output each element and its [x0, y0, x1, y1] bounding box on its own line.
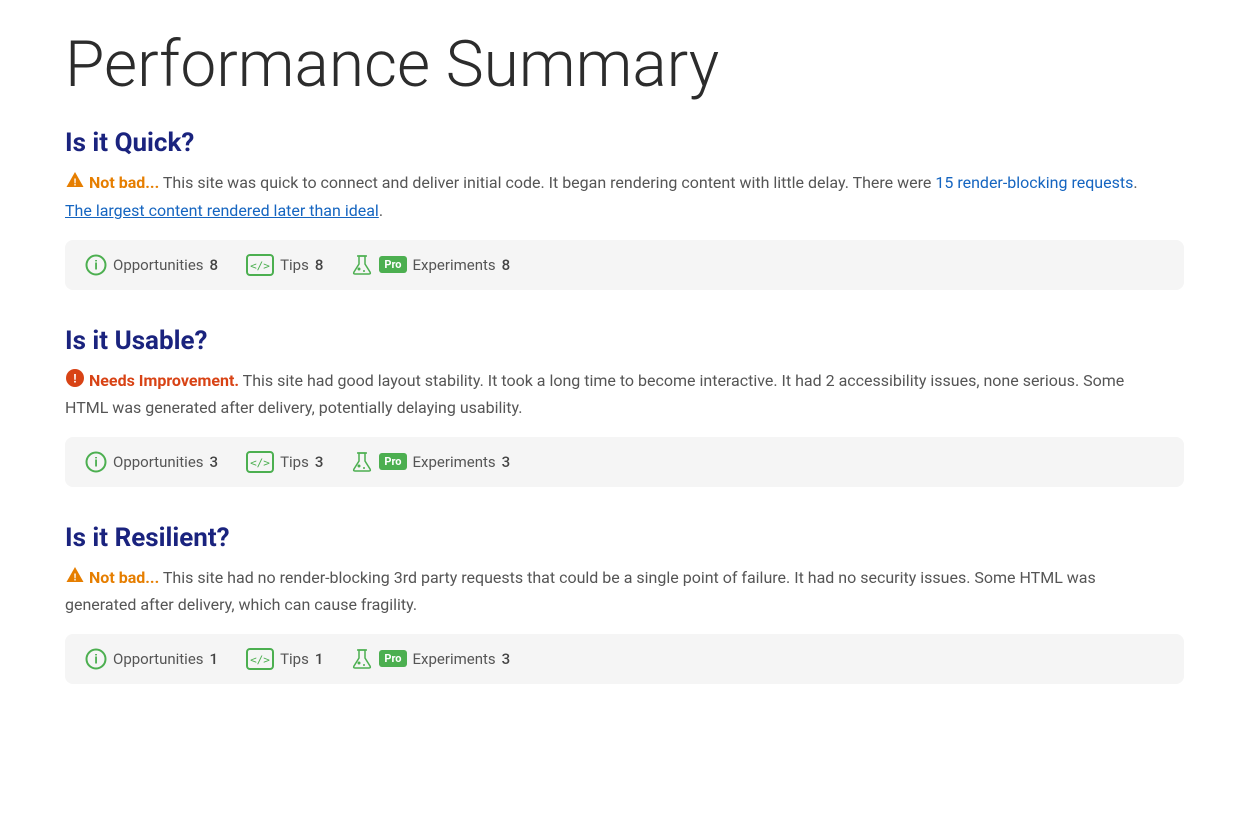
badge-item-quick-0[interactable]: i Opportunities 8 — [85, 254, 218, 276]
status-label-resilient: Not bad... — [89, 568, 159, 587]
status-icon-resilient: ! — [65, 570, 85, 589]
pro-badge-1-2: Pro — [379, 453, 406, 470]
badge-icon-code-bracket-1-1: </> — [246, 451, 274, 473]
badge-count-1-1: 3 — [315, 453, 324, 471]
svg-text:</>: </> — [250, 653, 270, 666]
status-label-usable: Needs Improvement. — [89, 371, 239, 390]
badge-count-0-0: 8 — [210, 256, 219, 274]
section-description-resilient: ! Not bad... This site had no render-blo… — [65, 565, 1165, 618]
badge-count-2-2: 3 — [502, 650, 511, 668]
badge-icon-flask-pro-2-2 — [351, 648, 373, 670]
badge-label-0-1: Tips — [280, 256, 309, 274]
badge-count-1-0: 3 — [210, 453, 219, 471]
badge-item-quick-2[interactable]: Pro Experiments 8 — [351, 254, 510, 276]
section-heading-usable: Is it Usable? — [65, 326, 1184, 356]
status-icon-usable: ! — [65, 373, 85, 392]
badges-bar-quick: i Opportunities 8 </> Tips 8 Pro Experiment… — [65, 240, 1184, 290]
pro-badge-0-2: Pro — [379, 256, 406, 273]
badge-item-quick-1[interactable]: </> Tips 8 — [246, 254, 323, 276]
badge-item-usable-2[interactable]: Pro Experiments 3 — [351, 451, 510, 473]
badge-label-2-0: Opportunities — [113, 650, 204, 668]
badge-icon-code-bracket-2-1: </> — [246, 648, 274, 670]
svg-text:!: ! — [73, 572, 76, 583]
badge-label-0-0: Opportunities — [113, 256, 204, 274]
badge-icon-flask-pro-1-2 — [351, 451, 373, 473]
badge-count-1-2: 3 — [502, 453, 511, 471]
badge-label-1-2: Experiments — [413, 453, 496, 471]
svg-text:</>: </> — [250, 259, 270, 272]
section-heading-resilient: Is it Resilient? — [65, 523, 1184, 553]
badge-item-usable-1[interactable]: </> Tips 3 — [246, 451, 323, 473]
section-description-usable: ! Needs Improvement. This site had good … — [65, 368, 1165, 421]
badge-label-1-0: Opportunities — [113, 453, 204, 471]
badge-count-2-1: 1 — [315, 650, 324, 668]
svg-text:i: i — [94, 651, 98, 666]
section-heading-quick: Is it Quick? — [65, 128, 1184, 158]
badge-label-2-1: Tips — [280, 650, 309, 668]
page-title: Performance Summary — [65, 30, 1184, 100]
badge-icon-code-bracket-0-1: </> — [246, 254, 274, 276]
section-usable: Is it Usable? ! Needs Improvement. This … — [65, 326, 1184, 487]
badge-label-2-2: Experiments — [413, 650, 496, 668]
svg-text:!: ! — [73, 178, 76, 189]
badge-icon-flask-pro-0-2 — [351, 254, 373, 276]
svg-text:!: ! — [73, 371, 77, 385]
badge-count-0-2: 8 — [502, 256, 511, 274]
badge-item-resilient-0[interactable]: i Opportunities 1 — [85, 648, 218, 670]
badge-label-1-1: Tips — [280, 453, 309, 471]
badge-count-0-1: 8 — [315, 256, 324, 274]
svg-text:i: i — [94, 257, 98, 272]
svg-text:</>: </> — [250, 456, 270, 469]
section-description-quick: ! Not bad... This site was quick to conn… — [65, 170, 1165, 223]
badge-item-resilient-2[interactable]: Pro Experiments 3 — [351, 648, 510, 670]
svg-text:i: i — [94, 454, 98, 469]
desc-link-quick[interactable]: The largest content rendered later than … — [65, 201, 379, 220]
section-quick: Is it Quick? ! Not bad... This site was … — [65, 128, 1184, 289]
pro-badge-2-2: Pro — [379, 650, 406, 667]
badge-icon-info-circle-2-0: i — [85, 648, 107, 670]
badge-icon-info-circle-0-0: i — [85, 254, 107, 276]
badge-item-resilient-1[interactable]: </> Tips 1 — [246, 648, 323, 670]
desc-highlight-quick: 15 render-blocking requests — [935, 173, 1133, 192]
badge-label-0-2: Experiments — [413, 256, 496, 274]
badge-item-usable-0[interactable]: i Opportunities 3 — [85, 451, 218, 473]
badges-bar-resilient: i Opportunities 1 </> Tips 1 Pro Experiment… — [65, 634, 1184, 684]
status-label-quick: Not bad... — [89, 173, 159, 192]
status-icon-quick: ! — [65, 175, 85, 194]
badge-count-2-0: 1 — [210, 650, 219, 668]
section-resilient: Is it Resilient? ! Not bad... This site … — [65, 523, 1184, 684]
badge-icon-info-circle-1-0: i — [85, 451, 107, 473]
badges-bar-usable: i Opportunities 3 </> Tips 3 Pro Experiment… — [65, 437, 1184, 487]
